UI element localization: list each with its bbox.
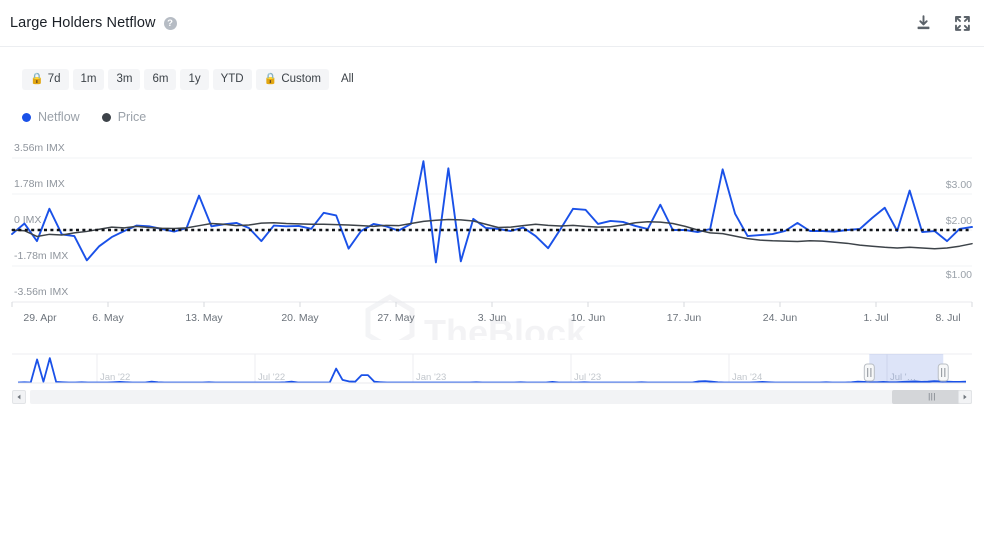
y-axis-left-tick: 0 IMX (14, 214, 41, 226)
range-button-all[interactable]: All (333, 69, 362, 90)
page-title: Large Holders Netflow (10, 15, 156, 31)
x-axis-tick-label: 17. Jun (667, 312, 702, 324)
x-axis-tick-label: 29. Apr (23, 312, 57, 324)
x-axis-tick-label: 8. Jul (935, 312, 960, 324)
navigator-line (17, 357, 967, 384)
series-line-price (11, 218, 973, 250)
legend-dot-icon (22, 113, 31, 122)
navigator-series (17, 357, 967, 384)
x-axis-tick-label: 20. May (281, 312, 319, 324)
range-button-6m[interactable]: 6m (144, 69, 177, 90)
range-button-custom[interactable]: 🔒 Custom (255, 69, 329, 90)
navigator-tick-label: Jan '24 (732, 372, 762, 383)
widget-header: Large Holders Netflow ? (0, 0, 984, 47)
scrollbar-grip: ||| (928, 392, 936, 401)
x-axis-tick-label: 1. Jul (863, 312, 888, 324)
large-holders-netflow-widget: Large Holders Netflow ? 🔒7d1m3m6m1y (0, 0, 984, 554)
range-button-1y[interactable]: 1y (180, 69, 209, 90)
fullscreen-icon[interactable] (953, 14, 972, 33)
legend-item-netflow[interactable]: Netflow (22, 110, 80, 125)
chart-plot-area: TheBlock -3.56m IMX -1.78m IMX 0 IMX 1.78m … (0, 140, 984, 340)
header-actions (914, 14, 972, 33)
range-button-label: 7d (47, 73, 61, 85)
navigator-tick-labels: Jan '22 Jul '22 Jan '23 Jul '23 Jan '24 Jul '… (100, 372, 916, 383)
range-button-3m[interactable]: 3m (108, 69, 141, 90)
range-button-label: 1y (188, 73, 201, 85)
x-axis-tick-label: 10. Jun (571, 312, 606, 324)
scroll-right-arrow-icon[interactable] (958, 390, 972, 404)
series-line-netflow (11, 160, 973, 264)
download-icon[interactable] (914, 14, 933, 33)
navigator-selection[interactable] (869, 354, 944, 383)
question-mark-circle-icon[interactable]: ? (163, 16, 177, 30)
legend-dot-icon (101, 113, 111, 122)
y-axis-left-tick: -1.78m IMX (14, 250, 68, 262)
x-axis: 29. Apr 6. May 13. May 20. May 27. May 3. Jun… (11, 301, 973, 324)
legend-label: Netflow (38, 110, 80, 124)
navigator-tick-label: Jul '23 (574, 372, 601, 383)
range-button-label: 6m (152, 73, 169, 85)
range-handle-icon-right[interactable] (937, 363, 949, 382)
navigator-gridlines (12, 353, 972, 383)
legend-label: Price (117, 110, 147, 124)
lock-icon: 🔒 (263, 73, 278, 85)
x-axis-tick-label: 13. May (185, 312, 223, 324)
navigator-tick-label: Jan '22 (100, 372, 130, 383)
range-button-ytd[interactable]: YTD (212, 69, 252, 90)
y-axis-left-tick: 3.56m IMX (14, 142, 65, 154)
range-button-label: YTD (220, 73, 244, 85)
x-axis-tick-label: 24. Jun (763, 312, 798, 324)
range-button-label: Custom (281, 73, 321, 85)
chart-series-group (11, 160, 973, 264)
scroll-left-arrow-icon[interactable] (12, 390, 26, 404)
navigator-selected-range[interactable] (869, 354, 944, 383)
range-button-label: All (340, 73, 354, 85)
range-button-label: 3m (116, 73, 133, 85)
range-selector: 🔒 7d 1m 3m 6m 1y YTD 🔒 Custom All (22, 69, 362, 90)
x-axis-tick-label: 27. May (377, 312, 415, 324)
legend-item-price[interactable]: Price (101, 110, 147, 125)
range-handle-icon-left[interactable] (863, 363, 875, 382)
chart-scrollbar[interactable]: ||| (12, 390, 972, 404)
y-axis-right-tick: $2.00 (946, 215, 972, 227)
title-group: Large Holders Netflow ? (10, 14, 177, 32)
lock-icon: 🔒 (30, 73, 44, 85)
y-axis-right-tick: $1.00 (946, 269, 972, 281)
y-axis-left-labels: -3.56m IMX -1.78m IMX 0 IMX 1.78m IMX 3.56m … (14, 142, 68, 298)
y-axis-right-tick: $3.00 (946, 179, 972, 191)
scrollbar-track[interactable]: ||| (30, 390, 972, 404)
y-axis-left-tick: -3.56m IMX (14, 286, 68, 298)
range-button-1m[interactable]: 1m (72, 69, 105, 90)
x-axis-tick-label: 6. May (92, 312, 124, 324)
range-button-label: 1m (80, 73, 97, 85)
chart-legend: Netflow Price (22, 110, 146, 125)
navigator-tick-label: Jul '22 (258, 372, 285, 383)
y-axis-left-tick: 1.78m IMX (14, 178, 65, 190)
x-axis-tick-label: 3. Jun (478, 312, 507, 324)
range-button-7d[interactable]: 🔒 7d (22, 69, 69, 90)
navigator-tick-label: Jan '23 (416, 372, 446, 383)
chart-navigator[interactable]: Jan '22 Jul '22 Jan '23 Jul '23 Jan '24 Jul '… (12, 352, 972, 390)
